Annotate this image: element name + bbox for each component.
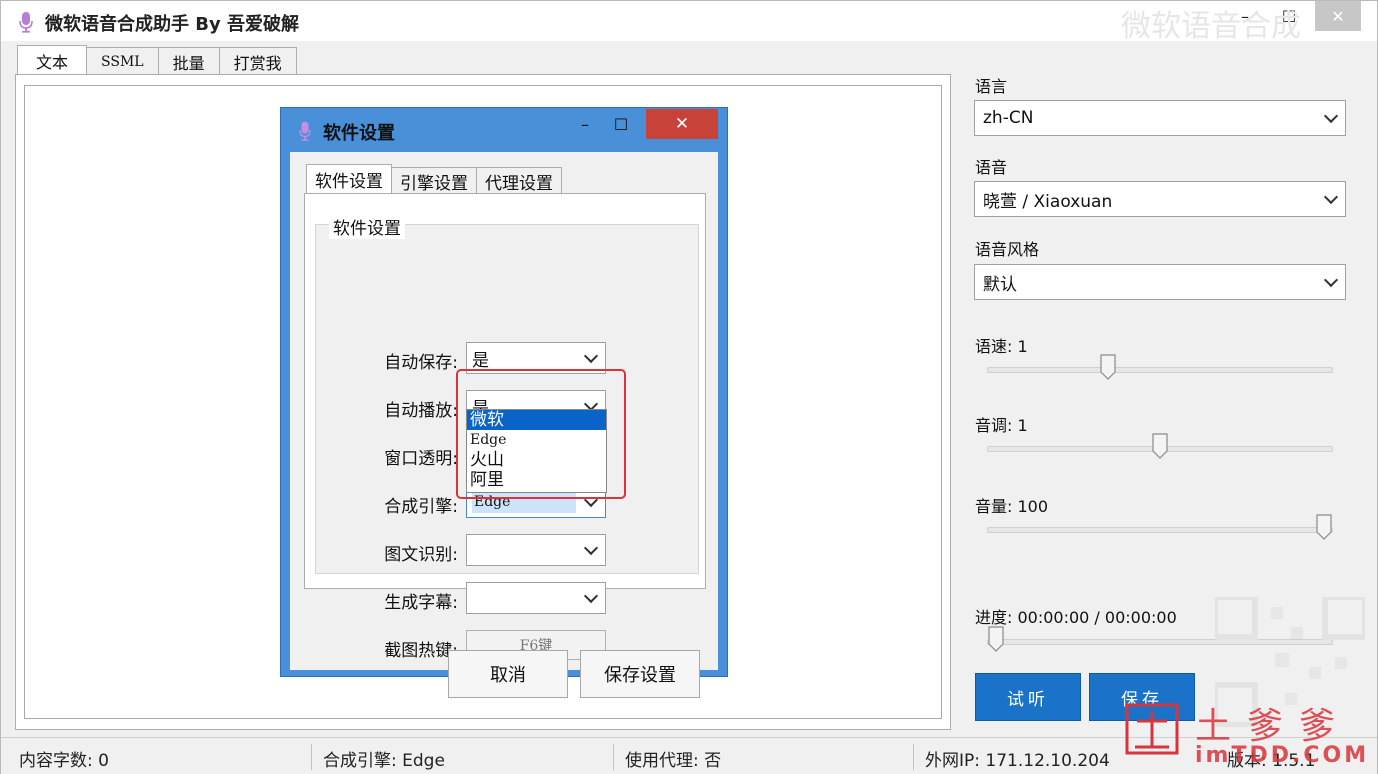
tab-ssml[interactable]: SSML: [86, 47, 159, 75]
status-engine: 合成引擎: Edge: [323, 751, 445, 771]
highlight-annotation: [456, 369, 626, 499]
volume-label: 音量: 100: [975, 497, 1049, 516]
volume-slider-thumb[interactable]: [1316, 514, 1332, 540]
ocr-label: 图文识别:: [384, 545, 458, 565]
logo-url: imTDD.COM: [1195, 743, 1370, 768]
listen-button[interactable]: 试听: [975, 673, 1081, 721]
tab-donate[interactable]: 打赏我: [218, 47, 297, 75]
tab-text[interactable]: 文本: [17, 45, 88, 75]
tab-engine-settings[interactable]: 引擎设置: [391, 167, 477, 194]
pitch-label: 音调: 1: [975, 416, 1028, 435]
progress-label: 进度: 00:00:00 / 00:00:00: [975, 608, 1177, 627]
voice-value: 晓萱 / Xiaoxuan: [983, 191, 1113, 212]
logo-mark-icon: [1125, 703, 1179, 755]
voice-select[interactable]: 晓萱 / Xiaoxuan: [974, 181, 1346, 217]
auto-save-label: 自动保存:: [384, 353, 458, 373]
volume-slider[interactable]: [987, 514, 1333, 540]
progress-slider-thumb[interactable]: [988, 626, 1004, 652]
tab-software-settings[interactable]: 软件设置: [306, 164, 392, 194]
status-proxy: 使用代理: 否: [625, 751, 722, 771]
logo-text: 土爹爹: [1195, 706, 1352, 747]
status-separator: [311, 744, 312, 770]
style-value: 默认: [983, 274, 1017, 295]
chevron-down-icon: [1323, 108, 1339, 124]
main-window: 微软语音合成助手 By 吾爱破解 – ☐ ✕ 微软语音合成 文本 SSML 批量…: [0, 0, 1378, 774]
rate-slider[interactable]: [987, 354, 1333, 380]
rate-slider-thumb[interactable]: [1100, 354, 1116, 380]
microphone-icon: [19, 12, 33, 33]
chevron-down-icon: [583, 540, 599, 556]
style-label: 语音风格: [975, 240, 1040, 259]
subtitles-label: 生成字幕:: [384, 593, 458, 613]
window-title: 微软语音合成助手 By 吾爱破解: [45, 14, 299, 35]
tab-proxy-settings[interactable]: 代理设置: [476, 167, 562, 194]
status-char-count: 内容字数: 0: [19, 751, 109, 771]
language-value: zh-CN: [983, 108, 1034, 128]
chevron-down-icon: [583, 348, 599, 364]
dialog-title: 软件设置: [323, 123, 395, 144]
dialog-close-button[interactable]: ✕: [646, 109, 718, 139]
microphone-icon: [299, 121, 311, 141]
rate-label: 语速: 1: [975, 337, 1028, 356]
status-separator: [613, 744, 614, 770]
dialog-tabs: 软件设置 引擎设置 代理设置: [306, 164, 562, 194]
tab-batch[interactable]: 批量: [157, 47, 220, 75]
settings-group-title: 软件设置: [329, 214, 405, 239]
dialog-maximize-button[interactable]: ☐: [603, 109, 639, 139]
close-button[interactable]: ✕: [1315, 1, 1361, 31]
engine-label: 合成引擎:: [384, 497, 458, 517]
dialog-save-settings-button[interactable]: 保存设置: [580, 650, 700, 698]
auto-save-value: 是: [472, 350, 489, 371]
watermark-text: 微软语音合成: [1121, 9, 1301, 44]
site-logo: 土爹爹 imTDD.COM: [1125, 697, 1366, 768]
hotkey-label: 截图热键:: [384, 641, 458, 661]
chevron-down-icon: [583, 588, 599, 604]
language-select[interactable]: zh-CN: [974, 100, 1346, 136]
language-label: 语言: [975, 77, 1008, 96]
subtitles-select[interactable]: [466, 582, 606, 614]
ocr-select[interactable]: [466, 534, 606, 566]
status-separator: [913, 744, 914, 770]
style-select[interactable]: 默认: [974, 264, 1346, 300]
voice-label: 语音: [975, 158, 1008, 177]
main-tabs: 文本 SSML 批量 打赏我: [17, 45, 297, 75]
dialog-cancel-button[interactable]: 取消: [448, 650, 568, 698]
auto-play-label: 自动播放:: [384, 401, 458, 421]
opacity-label: 窗口透明:: [384, 449, 458, 469]
chevron-down-icon: [1323, 272, 1339, 288]
status-ip: 外网IP: 171.12.10.204: [925, 751, 1110, 771]
pitch-slider[interactable]: [987, 433, 1333, 459]
dialog-minimize-button[interactable]: –: [567, 109, 603, 139]
pitch-slider-thumb[interactable]: [1152, 433, 1168, 459]
chevron-down-icon: [1323, 189, 1339, 205]
